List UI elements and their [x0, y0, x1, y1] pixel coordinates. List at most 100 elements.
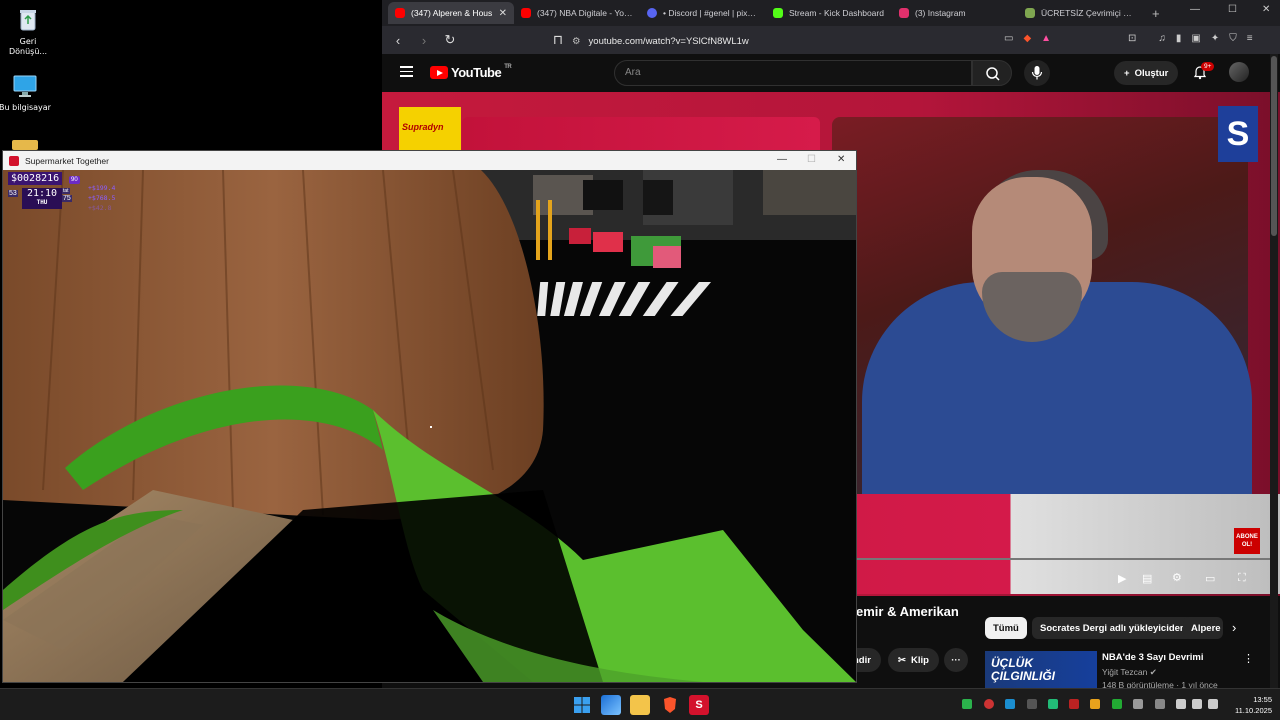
desktop-icon-label: Bu bilgisayar: [0, 103, 51, 112]
youtube-favicon-icon: [521, 8, 531, 18]
bookmark-icon[interactable]: ⊓: [550, 32, 566, 48]
desktop-icon-label: Geri Dönüşü...: [8, 37, 48, 56]
game-viewport[interactable]: $0028216 90 53 21:10 THU tat 75 +$199.4 …: [3, 170, 856, 682]
microphone-tray-icon[interactable]: [1155, 699, 1165, 709]
brave-browser-icon[interactable]: [660, 695, 680, 715]
steam-icon[interactable]: [1005, 699, 1015, 709]
more-actions-button[interactable]: ···: [944, 648, 968, 672]
search-button[interactable]: [972, 60, 1012, 86]
tab-youtube-alperen[interactable]: (347) Alperen & Hous ✕: [388, 2, 514, 24]
brave-shields-icon[interactable]: ◆: [1023, 33, 1031, 44]
game-close-icon[interactable]: ✕: [837, 154, 845, 165]
tray-icon-arrow[interactable]: [1027, 699, 1037, 709]
tray-icon-green[interactable]: [962, 699, 972, 709]
sidebar-icon[interactable]: ▮: [1176, 33, 1182, 44]
back-icon[interactable]: ‹: [390, 33, 406, 48]
cast-icon[interactable]: ▭: [1004, 33, 1013, 44]
clip-button[interactable]: ✂ Klip: [888, 648, 939, 672]
avatar[interactable]: [1229, 62, 1249, 82]
forward-icon[interactable]: ›: [416, 33, 432, 48]
reload-icon[interactable]: ↻: [442, 32, 458, 48]
recommendation-title[interactable]: NBA'de 3 Sayı Devrimi: [1102, 652, 1204, 663]
brave-rewards-icon[interactable]: ▲: [1041, 33, 1051, 44]
right-stat-label: tat: [62, 188, 70, 194]
tab-chess[interactable]: ÜCRETSİZ Çevrimiçi Satran: [1018, 2, 1144, 24]
close-window-icon[interactable]: ✕: [1262, 4, 1270, 15]
battery-icon[interactable]: [1208, 699, 1218, 709]
scissors-icon: ✂: [898, 654, 906, 666]
leo-icon[interactable]: ✦: [1211, 33, 1219, 44]
taskbar: S 13:55 11.10.2025: [0, 688, 1280, 720]
screenshot-icon[interactable]: ⊡: [1128, 33, 1136, 44]
income-line: +$768.5: [88, 194, 116, 202]
microphone-icon: [1031, 66, 1043, 80]
new-tab-button[interactable]: +: [1144, 6, 1168, 21]
url-field[interactable]: ⚙ youtube.com/watch?v=YSlCfN8WL1w: [572, 32, 749, 50]
music-icon[interactable]: ♫: [1158, 33, 1166, 44]
game-time: 21:10: [26, 188, 58, 199]
youtube-logo[interactable]: YouTube TR: [430, 64, 512, 80]
vpn-icon[interactable]: ⛉: [1229, 33, 1237, 44]
tray-icon-shield[interactable]: [1048, 699, 1058, 709]
site-info-icon[interactable]: ⚙: [572, 36, 581, 47]
system-clock[interactable]: 13:55 11.10.2025: [1228, 694, 1272, 716]
file-explorer-icon[interactable]: [630, 695, 650, 715]
tab-discord[interactable]: • Discord | #genel | pixme: [640, 2, 766, 24]
voice-search-button[interactable]: [1024, 60, 1050, 86]
chip-uploader[interactable]: Socrates Dergi adlı yükleyiciden: [1032, 617, 1194, 639]
progress-bar[interactable]: [857, 558, 1273, 560]
game-minimize-icon[interactable]: —: [777, 154, 787, 165]
game-titlebar: Supermarket Together: [3, 151, 856, 170]
recommendation-menu-icon[interactable]: ⋮: [1243, 652, 1254, 665]
tab-kick[interactable]: Stream - Kick Dashboard: [766, 2, 892, 24]
recycle-bin-icon: [14, 6, 42, 34]
game-window-title: Supermarket Together: [25, 155, 109, 166]
kick-favicon-icon: [773, 8, 783, 18]
volume-icon[interactable]: [1192, 699, 1202, 709]
scrollbar-thumb[interactable]: [1271, 56, 1277, 236]
play-button[interactable]: ▶: [1118, 572, 1126, 585]
start-button[interactable]: [572, 695, 592, 715]
game-maximize-icon[interactable]: ☐: [807, 154, 816, 165]
menu-icon[interactable]: ≡: [1247, 33, 1253, 44]
right-stat: 75: [62, 195, 72, 202]
tab-instagram[interactable]: (3) Instagram: [892, 2, 1018, 24]
recommendation-thumbnail[interactable]: ÜÇLÜK ÇILGINLIĞI: [985, 651, 1097, 688]
hamburger-menu-icon[interactable]: [400, 66, 413, 80]
tray-icon-orange[interactable]: [1090, 699, 1100, 709]
settings-gear-icon[interactable]: ⚙: [1172, 571, 1182, 584]
income-feed: +$199.4 +$768.5 +$42.8: [88, 183, 115, 213]
theater-mode-icon[interactable]: ▭: [1205, 572, 1215, 585]
close-tab-icon[interactable]: ✕: [499, 8, 507, 19]
wallet-icon[interactable]: ▣: [1191, 33, 1200, 44]
chip-alperen[interactable]: Alpere: [1183, 617, 1223, 639]
chips-next-icon[interactable]: ›: [1232, 620, 1236, 635]
tab-title: Stream - Kick Dashboard: [789, 8, 884, 18]
search-icon: [986, 67, 1000, 81]
fullscreen-icon[interactable]: ⛶: [1238, 572, 1246, 585]
gallery-app-icon[interactable]: [601, 695, 621, 715]
tab-youtube-nba[interactable]: (347) NBA Digitale - YouT: [514, 2, 640, 24]
nvidia-icon[interactable]: [1112, 699, 1122, 709]
recommendation-channel[interactable]: Yiğit Tezcan ✔: [1102, 667, 1157, 678]
search-input[interactable]: Ara: [614, 60, 972, 86]
tray-icon-drop[interactable]: [1069, 699, 1079, 709]
computer-icon: [11, 72, 39, 100]
wifi-icon[interactable]: [1176, 699, 1186, 709]
supermarket-together-app-icon[interactable]: S: [689, 695, 709, 715]
desktop-icon-recycle-bin[interactable]: Geri Dönüşü...: [0, 6, 56, 57]
tray-icon-chat[interactable]: [1133, 699, 1143, 709]
tray-icon-red[interactable]: [984, 699, 994, 709]
folder-icon[interactable]: [12, 140, 38, 150]
subtitles-icon[interactable]: ▤: [1142, 572, 1152, 585]
chip-all[interactable]: Tümü: [985, 617, 1027, 639]
maximize-icon[interactable]: ☐: [1228, 4, 1237, 15]
desktop-icon-this-pc[interactable]: Bu bilgisayar: [0, 72, 53, 113]
create-button[interactable]: + Oluştur: [1114, 61, 1179, 85]
minimize-icon[interactable]: —: [1190, 4, 1200, 15]
tab-title: • Discord | #genel | pixme: [663, 8, 759, 18]
game-app-icon: [9, 155, 19, 166]
discord-favicon-icon: [647, 8, 657, 18]
tab-bar: (347) Alperen & Hous ✕ (347) NBA Digital…: [382, 0, 1280, 26]
game-window: Supermarket Together — ☐ ✕ $0028216 90 5…: [2, 150, 857, 683]
